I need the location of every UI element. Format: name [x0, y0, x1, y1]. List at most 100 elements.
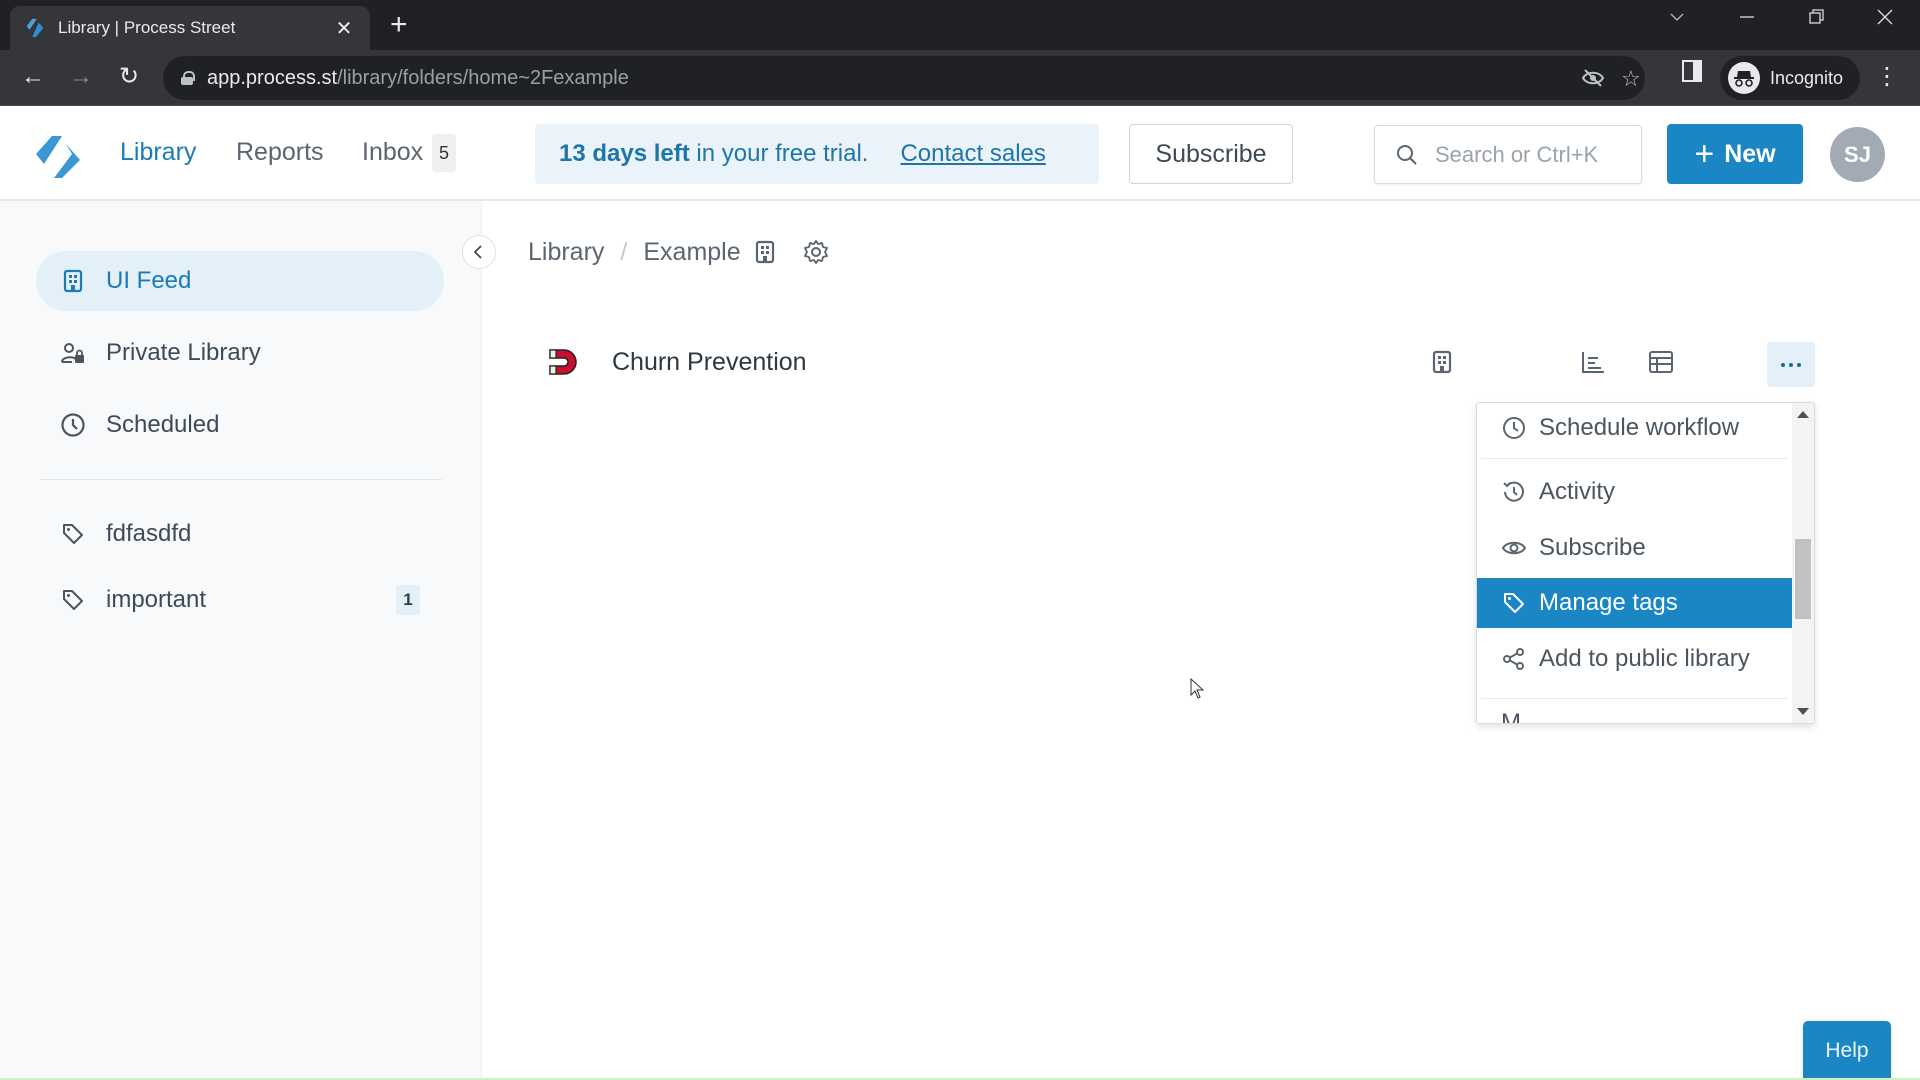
forward-icon[interactable]: → [64, 62, 98, 92]
menu-item-label: Activity [1539, 478, 1616, 505]
menu-item-manage-tags[interactable]: Manage tags [1477, 578, 1792, 628]
building-icon [755, 240, 775, 264]
browser-menu-icon[interactable]: ⋮ [1870, 62, 1904, 92]
process-street-logo[interactable] [34, 134, 82, 180]
incognito-label: Incognito [1770, 67, 1844, 88]
help-button[interactable]: Help [1803, 1021, 1891, 1080]
close-window-icon[interactable] [1876, 8, 1894, 32]
search-input[interactable] [1435, 141, 1635, 168]
nav-inbox[interactable]: Inbox [362, 138, 423, 167]
mouse-cursor-icon [1190, 678, 1205, 699]
new-button[interactable]: + New [1667, 124, 1803, 184]
search-icon [1397, 144, 1417, 165]
workflow-title[interactable]: Churn Prevention [612, 348, 807, 377]
collapse-sidebar-button[interactable] [462, 235, 496, 269]
sidebar-item-private-library[interactable]: Private Library [36, 323, 444, 383]
breadcrumb-library[interactable]: Library [528, 238, 604, 267]
trial-text: in your free trial. [689, 140, 869, 167]
more-options-button[interactable] [1767, 342, 1815, 387]
scroll-up-arrow-icon[interactable] [1797, 411, 1809, 418]
menu-item-label: Subscribe [1539, 534, 1646, 561]
user-avatar[interactable]: SJ [1830, 127, 1885, 182]
breadcrumb-example[interactable]: Example [643, 238, 740, 267]
sidebar-divider [40, 479, 442, 480]
tag-count-badge: 1 [396, 585, 420, 615]
tag-label: important [106, 586, 207, 613]
menu-item-label: Add to public library [1539, 645, 1750, 672]
restore-icon[interactable] [1808, 8, 1826, 32]
history-icon [1501, 479, 1527, 505]
star-icon[interactable]: ☆ [1621, 66, 1641, 92]
sidebar-item-scheduled[interactable]: Scheduled [36, 395, 444, 455]
menu-item-subscribe[interactable]: Subscribe [1477, 523, 1792, 573]
menu-item-label: Schedule workflow [1539, 414, 1740, 441]
tag-label: fdfasdfd [106, 520, 192, 547]
browser-tab-bar: Library | Process Street ✕ + [0, 0, 1920, 50]
menu-scrollbar[interactable] [1792, 403, 1814, 723]
building-icon [1432, 350, 1452, 374]
ellipsis-icon [1781, 362, 1801, 367]
minimize-icon[interactable] [1738, 8, 1756, 32]
inbox-count-badge: 5 [432, 134, 456, 172]
magnet-icon [549, 349, 577, 375]
sidebar-item-label: Scheduled [106, 411, 220, 438]
menu-item-partial[interactable]: M... [1501, 709, 1541, 723]
menu-divider [1481, 458, 1787, 459]
sidebar-tag-fdfasdfd[interactable]: fdfasdfd [36, 504, 444, 564]
sidebar-item-label: UI Feed [106, 267, 192, 294]
building-icon [60, 268, 86, 294]
table-icon[interactable] [1648, 350, 1674, 374]
url-path: /library/folders/home~2Fexample [337, 66, 629, 89]
tab-title: Library | Process Street [58, 18, 236, 37]
nav-reports[interactable]: Reports [236, 138, 324, 167]
menu-divider [1481, 698, 1787, 699]
lock-icon [181, 71, 195, 85]
new-button-label: New [1724, 139, 1776, 168]
sidebar-item-ui-feed[interactable]: UI Feed [36, 251, 444, 311]
new-tab-button[interactable]: + [390, 10, 408, 40]
incognito-icon [1728, 62, 1760, 94]
url-host: app.process.st [207, 66, 338, 89]
trial-days-left: 13 days left [559, 140, 690, 167]
menu-item-label: Manage tags [1539, 589, 1678, 616]
app-header: Library Reports Inbox 5 13 days left in … [0, 106, 1920, 201]
back-icon[interactable]: ← [16, 62, 50, 92]
menu-item-activity[interactable]: Activity [1477, 467, 1792, 517]
plus-icon: + [1694, 135, 1715, 173]
workflow-options-menu: Schedule workflow Activity Subscribe Man… [1476, 402, 1815, 724]
scroll-thumb[interactable] [1795, 539, 1811, 619]
reload-icon[interactable]: ↻ [112, 62, 146, 92]
address-bar[interactable]: app.process.st/library/folders/home~2Fex… [163, 56, 1645, 100]
subscribe-button[interactable]: Subscribe [1129, 124, 1293, 184]
breadcrumb-separator: / [620, 237, 628, 266]
side-panel-icon[interactable] [1675, 60, 1709, 90]
nav-library[interactable]: Library [120, 138, 196, 167]
share-icon [1501, 646, 1527, 672]
sidebar-tag-important[interactable]: important 1 [36, 570, 444, 630]
workflow-row[interactable]: Churn Prevention [548, 338, 1816, 386]
incognito-indicator[interactable]: Incognito [1720, 56, 1860, 100]
eye-icon [1501, 535, 1527, 561]
menu-item-schedule-workflow[interactable]: Schedule workflow [1477, 403, 1792, 453]
contact-sales-link[interactable]: Contact sales [900, 140, 1045, 168]
menu-item-add-to-public-library[interactable]: Add to public library [1477, 634, 1792, 684]
browser-toolbar: ← → ↻ app.process.st/library/folders/hom… [0, 50, 1920, 106]
tab-close-icon[interactable]: ✕ [332, 16, 356, 41]
trial-banner: 13 days left in your free trial. Contact… [535, 124, 1099, 184]
browser-tab[interactable]: Library | Process Street ✕ [10, 6, 370, 50]
process-street-favicon [26, 18, 44, 38]
user-lock-icon [60, 340, 86, 366]
eye-off-icon[interactable] [1581, 66, 1605, 96]
chevron-left-icon [473, 245, 482, 259]
report-icon[interactable] [1580, 350, 1606, 374]
search-box[interactable] [1374, 125, 1642, 184]
tag-icon [60, 587, 86, 613]
clock-icon [1501, 415, 1527, 441]
gear-icon[interactable] [803, 239, 829, 265]
tab-search-chevron-icon[interactable] [1668, 8, 1686, 32]
sidebar: UI Feed Private Library Scheduled fdfasd… [0, 201, 482, 1080]
breadcrumb: Library / Example [528, 235, 829, 269]
tag-icon [60, 521, 86, 547]
scroll-down-arrow-icon[interactable] [1797, 708, 1809, 715]
clock-icon [60, 412, 86, 438]
